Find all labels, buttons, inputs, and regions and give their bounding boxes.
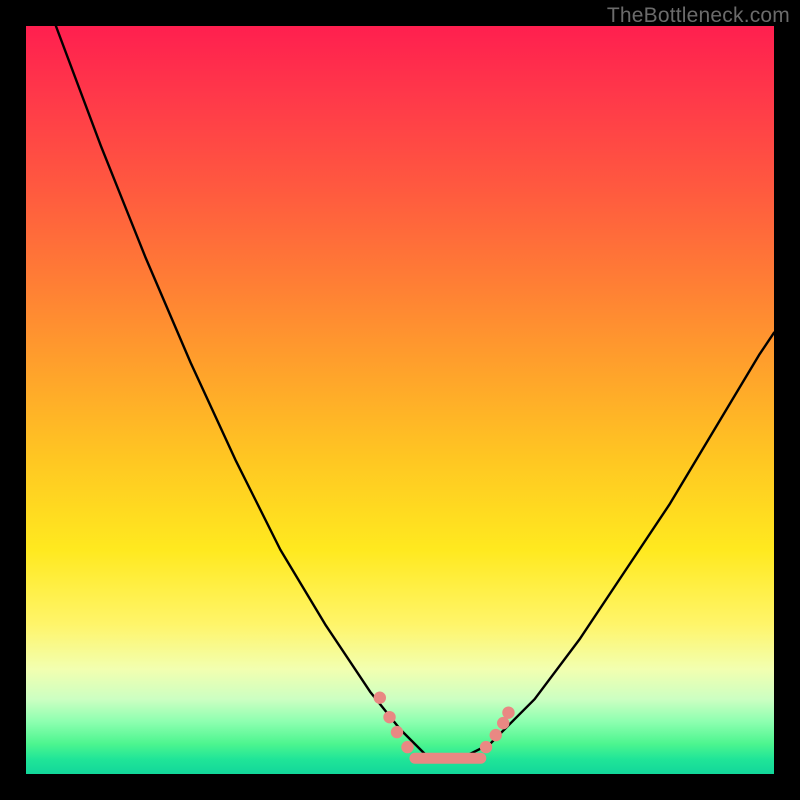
chart-stage: TheBottleneck.com (0, 0, 800, 800)
bottleneck-curve (26, 26, 774, 774)
watermark-text: TheBottleneck.com (607, 4, 790, 28)
plot-area (26, 26, 774, 774)
